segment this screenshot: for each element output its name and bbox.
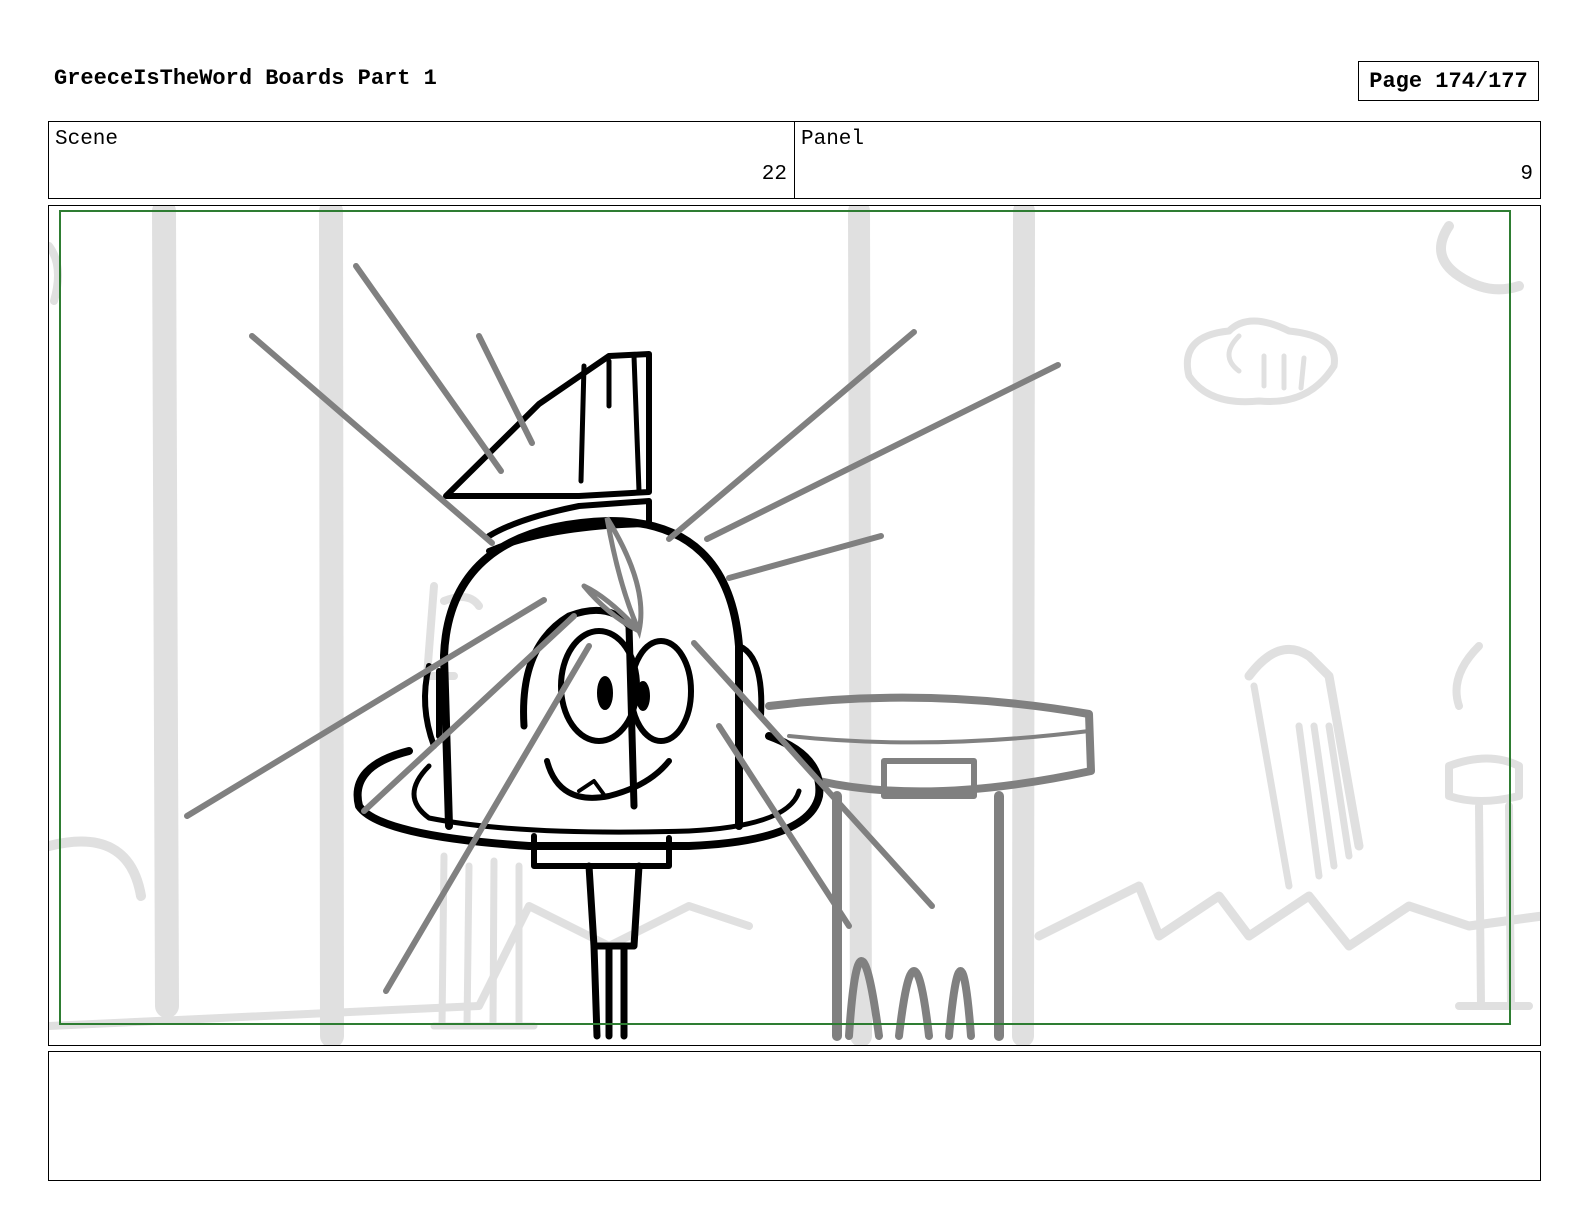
neck	[585, 862, 643, 950]
ray-upper-right	[666, 329, 917, 542]
ray-right	[704, 362, 1061, 542]
ray-top	[476, 333, 535, 446]
legs	[590, 942, 628, 1040]
helmet-sparkle	[581, 516, 644, 639]
crest-lines	[578, 353, 642, 494]
bg-column-right-edge	[1445, 642, 1533, 1010]
notes-box	[48, 1051, 1541, 1181]
bg-cloud-1	[1183, 317, 1338, 406]
bg-column-1	[152, 206, 179, 1018]
ray-left	[184, 597, 547, 819]
mouth	[544, 758, 672, 801]
bg-cloud-detail	[1226, 333, 1307, 391]
bg-ground-right	[1034, 881, 1540, 951]
page-indicator: Page 174/177	[1358, 61, 1539, 101]
panel-cell: Panel 9	[794, 122, 1540, 198]
bg-column-2	[319, 206, 344, 1045]
left-pupil	[597, 676, 613, 710]
bg-column-3	[848, 206, 872, 1045]
scene-cell: Scene 22	[49, 122, 794, 198]
helmet-left-side	[440, 652, 453, 830]
pedestal-top-rim	[787, 729, 1091, 745]
helmet-crest	[443, 351, 652, 499]
pedestal	[765, 693, 1095, 1041]
ray-upper-left	[249, 333, 495, 546]
ray-top-left	[353, 263, 504, 474]
panel-number: 9	[1520, 163, 1533, 186]
document-title: GreeceIsTheWord Boards Part 1	[54, 66, 437, 91]
scene-number: 22	[761, 163, 787, 186]
background-scenery	[49, 206, 1540, 1045]
storyboard-panel	[48, 205, 1541, 1046]
scene-label: Scene	[55, 128, 119, 151]
burst-rays	[184, 263, 1061, 994]
collar	[531, 833, 672, 869]
bg-edge-detail	[49, 242, 62, 305]
right-pupil	[636, 681, 650, 711]
storyboard-drawing	[49, 206, 1540, 1045]
panel-label: Panel	[801, 128, 865, 151]
helmet-dome	[440, 517, 743, 830]
bg-column-4	[1012, 206, 1035, 1045]
scene-panel-info: Scene 22 Panel 9	[48, 121, 1541, 199]
bg-hill-left	[49, 836, 146, 901]
bg-cloud-2	[1436, 221, 1524, 295]
teeth	[577, 779, 607, 798]
